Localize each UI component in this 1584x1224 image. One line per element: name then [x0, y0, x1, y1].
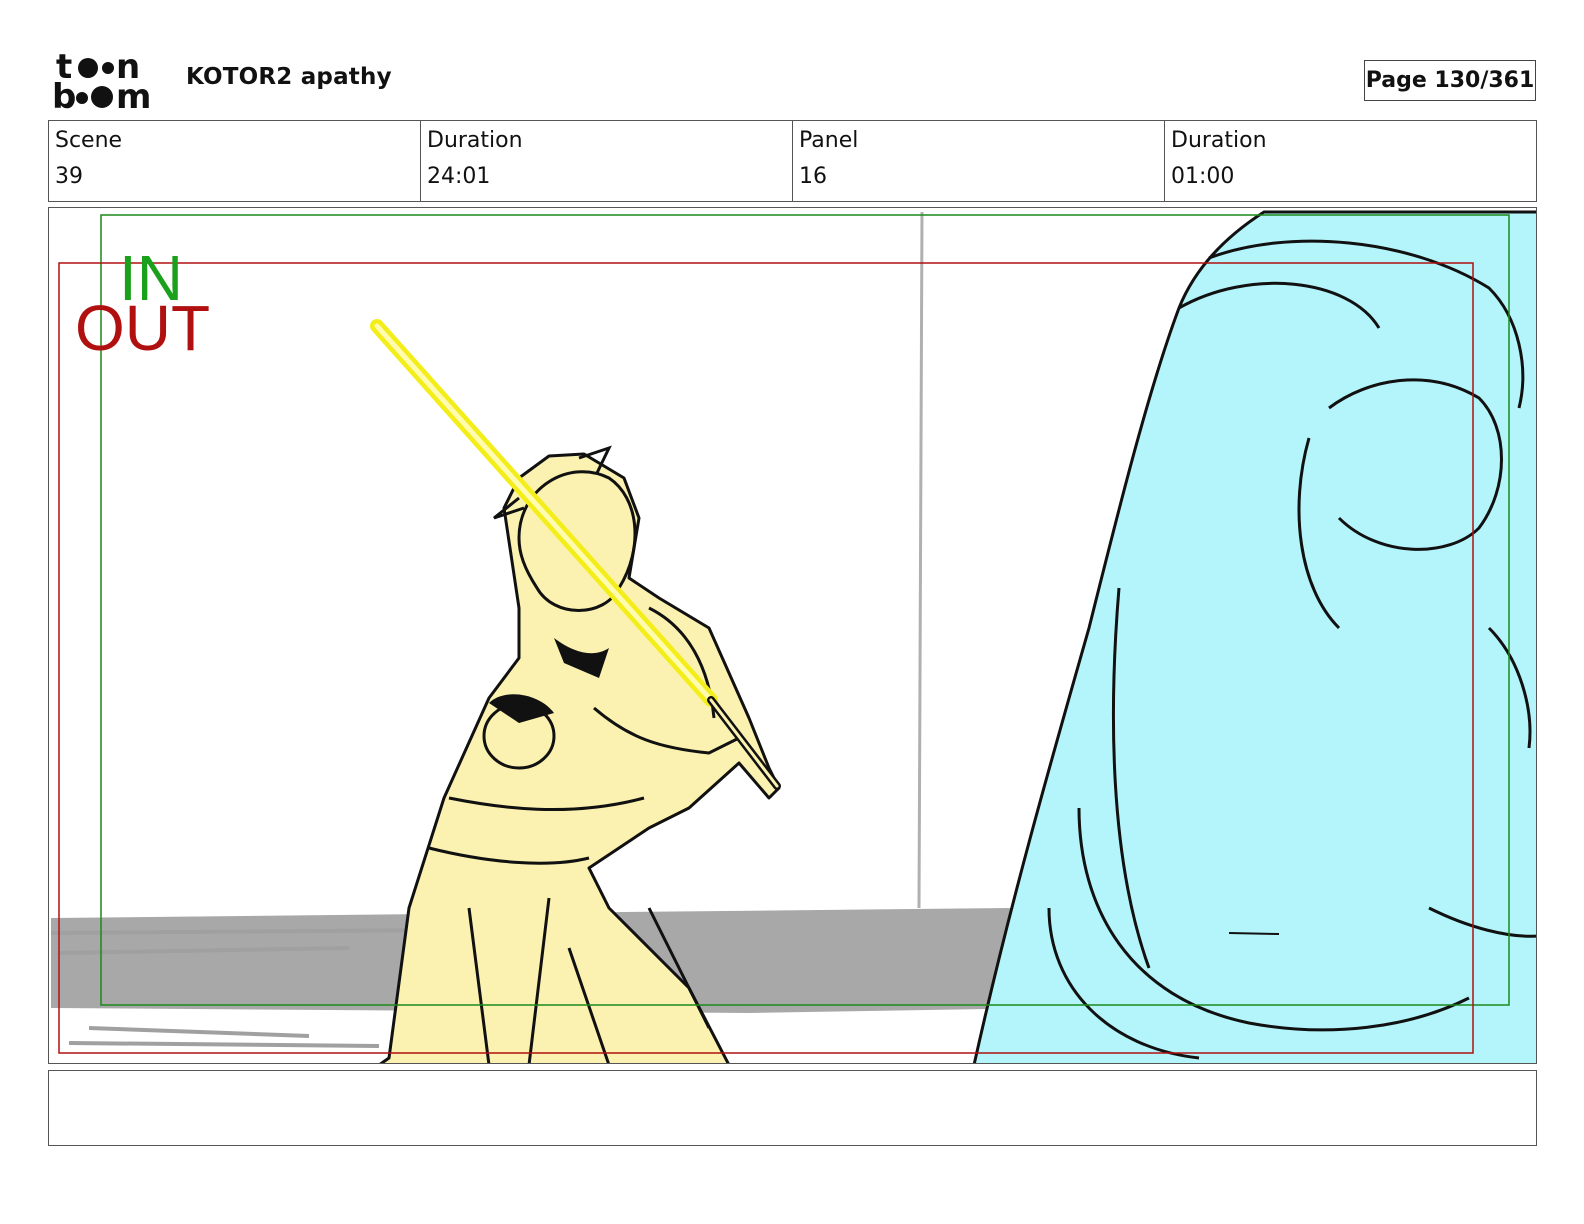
scene-duration-value: 24:01: [427, 164, 491, 189]
panel-label: Panel: [799, 128, 859, 153]
panel-duration-cell: Duration 01:00: [1165, 121, 1536, 201]
scene-duration-cell: Duration 24:01: [421, 121, 793, 201]
scene-duration-label: Duration: [427, 128, 523, 153]
svg-text:m: m: [116, 77, 151, 112]
out-label: OUT: [75, 292, 210, 364]
panel-cell: Panel 16: [793, 121, 1165, 201]
page-indicator: Page 130/361: [1364, 60, 1536, 101]
storyboard-panel: IN OUT: [48, 207, 1537, 1064]
panel-notes: [48, 1070, 1537, 1146]
scene-value: 39: [55, 164, 83, 189]
project-title: KOTOR2 apathy: [186, 64, 392, 90]
panel-drawing: IN OUT: [50, 210, 1536, 1063]
svg-text:b: b: [52, 77, 76, 112]
panel-duration-label: Duration: [1171, 128, 1267, 153]
foreground-figure: [972, 210, 1536, 1063]
panel-duration-value: 01:00: [1171, 164, 1235, 189]
scene-info-table: Scene 39 Duration 24:01 Panel 16 Duratio…: [48, 120, 1537, 202]
wall-line: [917, 211, 924, 909]
scene-cell: Scene 39: [49, 121, 421, 201]
page-label: Page 130/361: [1365, 68, 1535, 93]
panel-value: 16: [799, 164, 827, 189]
scene-label: Scene: [55, 128, 123, 153]
toon-boom-logo: t n b m: [50, 47, 168, 117]
